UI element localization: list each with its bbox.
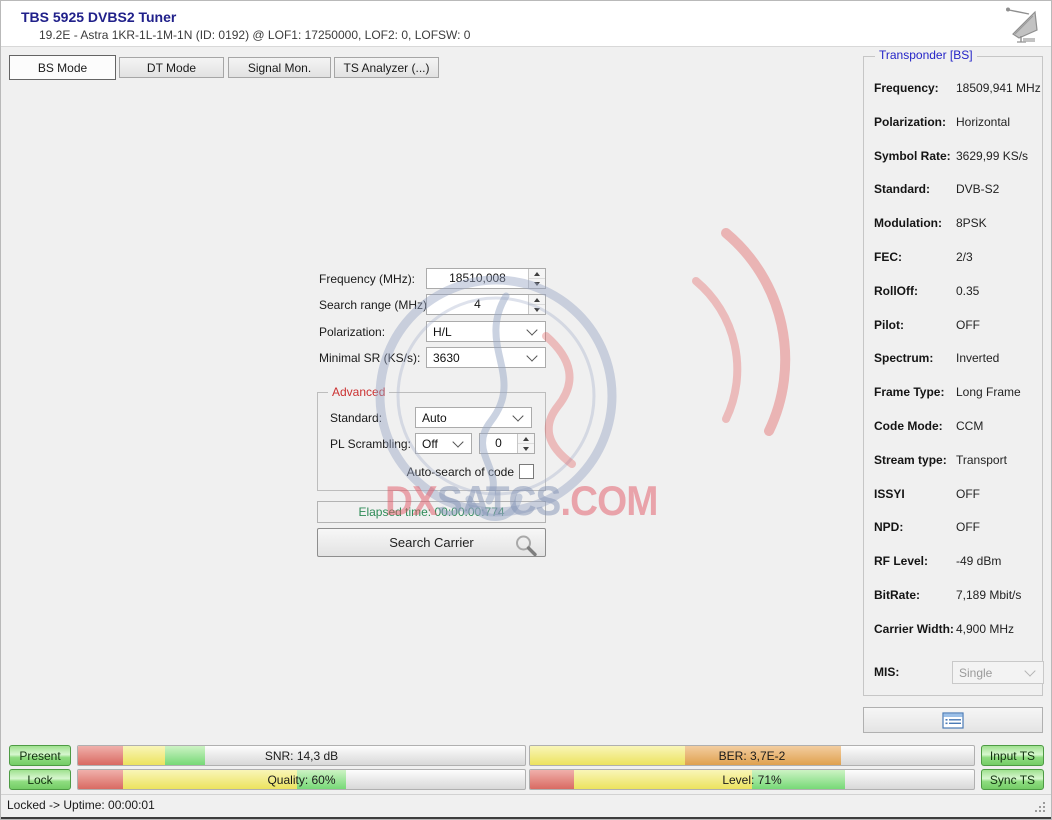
chevron-down-icon [1024, 665, 1035, 676]
snr-bar-text: SNR: 14,3 dB [78, 746, 525, 765]
tab-ts-analyzer[interactable]: TS Analyzer (...) [334, 57, 439, 78]
spin-down-icon [534, 308, 540, 312]
auto-search-label: Auto-search of code [338, 465, 514, 479]
transponder-row: BitRate:7,189 Mbit/s [864, 588, 1042, 622]
spin-up-icon [534, 298, 540, 302]
minimal-sr-value: 3630 [433, 351, 528, 365]
status-text: Locked -> Uptime: 00:00:01 [7, 798, 155, 812]
satellite-dish-icon [999, 4, 1045, 51]
transponder-row: Pilot:OFF [864, 318, 1042, 352]
chevron-down-icon [452, 436, 463, 447]
mis-select: Single [952, 661, 1044, 684]
search-carrier-button[interactable]: Search Carrier [317, 528, 546, 557]
transponder-row: FEC:2/3 [864, 250, 1042, 284]
transponder-title: Transponder [BS] [875, 48, 977, 62]
auto-search-checkbox[interactable] [519, 464, 534, 479]
pl-code-input[interactable]: 0 [479, 433, 535, 454]
spin-down-icon [523, 447, 529, 451]
transponder-row: NPD:OFF [864, 520, 1042, 554]
present-indicator[interactable]: Present [9, 745, 71, 766]
ber-bar-text: BER: 3,7E-2 [530, 746, 974, 765]
pl-scrambling-value: Off [422, 437, 454, 451]
search-range-label: Search range (MHz): [319, 298, 430, 312]
input-ts-indicator[interactable]: Input TS [981, 745, 1044, 766]
frequency-label: Frequency (MHz): [319, 272, 415, 286]
level-bar-text: Level: 71% [530, 770, 974, 789]
advanced-groupbox: Advanced Standard: Auto PL Scrambling: O… [317, 392, 546, 491]
status-bar [1, 794, 1051, 818]
frequency-value: 18510,008 [427, 269, 528, 288]
standard-value: Auto [422, 411, 514, 425]
lock-indicator[interactable]: Lock [9, 769, 71, 790]
pl-scrambling-label: PL Scrambling: [330, 437, 411, 451]
minimal-sr-select[interactable]: 3630 [426, 347, 546, 368]
chevron-down-icon [526, 350, 537, 361]
search-range-spinner[interactable] [528, 295, 545, 314]
transponder-row: RF Level:-49 dBm [864, 554, 1042, 588]
ber-bar: BER: 3,7E-2 [529, 745, 975, 766]
transponder-row: Standard:DVB-S2 [864, 182, 1042, 216]
search-carrier-label: Search Carrier [389, 535, 474, 550]
polarization-value: H/L [433, 325, 528, 339]
transponder-row: Frequency:18509,941 MHz [864, 81, 1042, 115]
transponder-row: Spectrum:Inverted [864, 351, 1042, 385]
app-window: TBS 5925 DVBS2 Tuner 19.2E - Astra 1KR-1… [0, 0, 1052, 820]
spin-up-icon [534, 272, 540, 276]
pl-scrambling-select[interactable]: Off [415, 433, 472, 454]
search-range-input[interactable]: 4 [426, 294, 546, 315]
frequency-input[interactable]: 18510,008 [426, 268, 546, 289]
transponder-row: Modulation:8PSK [864, 216, 1042, 250]
resize-grip[interactable] [1035, 802, 1047, 814]
transponder-panel: Transponder [BS] Frequency:18509,941 MHz… [863, 56, 1043, 696]
magnifier-icon [514, 534, 538, 558]
polarization-label: Polarization: [319, 325, 385, 339]
transponder-rows: Frequency:18509,941 MHz Polarization:Hor… [864, 81, 1042, 656]
tab-signal-mon[interactable]: Signal Mon. [228, 57, 331, 78]
search-range-value: 4 [427, 295, 528, 314]
mis-label: MIS: [874, 665, 899, 679]
tuner-subtitle: 19.2E - Astra 1KR-1L-1M-1N (ID: 0192) @ … [39, 28, 470, 42]
advanced-legend: Advanced [328, 385, 389, 399]
level-bar: Level: 71% [529, 769, 975, 790]
elapsed-time-box: Elapsed time: 00:00:00:774 [317, 501, 546, 523]
spin-up-icon [523, 437, 529, 441]
sync-ts-indicator[interactable]: Sync TS [981, 769, 1044, 790]
transponder-row: Stream type:Transport [864, 453, 1042, 487]
quality-bar-text: Quality: 60% [78, 770, 525, 789]
transponder-list-button[interactable] [863, 707, 1043, 733]
tab-bs-mode[interactable]: BS Mode [9, 55, 116, 80]
mis-value: Single [959, 666, 1026, 680]
transponder-row: RollOff:0.35 [864, 284, 1042, 318]
frequency-spinner[interactable] [528, 269, 545, 288]
standard-select[interactable]: Auto [415, 407, 532, 428]
transponder-row: Symbol Rate:3629,99 KS/s [864, 149, 1042, 183]
app-title: TBS 5925 DVBS2 Tuner [21, 9, 176, 25]
chevron-down-icon [512, 410, 523, 421]
transponder-row: Polarization:Horizontal [864, 115, 1042, 149]
transponder-row: Carrier Width:4,900 MHz [864, 622, 1042, 656]
tab-dt-mode[interactable]: DT Mode [119, 57, 224, 78]
quality-bar: Quality: 60% [77, 769, 526, 790]
standard-label: Standard: [330, 411, 382, 425]
minimal-sr-label: Minimal SR (KS/s): [319, 351, 420, 365]
transponder-row: ISSYIOFF [864, 487, 1042, 521]
polarization-select[interactable]: H/L [426, 321, 546, 342]
mis-row: MIS: Single [864, 661, 1042, 685]
spin-down-icon [534, 282, 540, 286]
pl-code-spinner[interactable] [517, 434, 534, 453]
chevron-down-icon [526, 324, 537, 335]
transponder-row: Code Mode:CCM [864, 419, 1042, 453]
transponder-row: Frame Type:Long Frame [864, 385, 1042, 419]
elapsed-time-text: Elapsed time: 00:00:00:774 [358, 505, 504, 519]
pl-code-value: 0 [480, 434, 517, 453]
list-icon [942, 712, 964, 729]
snr-bar: SNR: 14,3 dB [77, 745, 526, 766]
